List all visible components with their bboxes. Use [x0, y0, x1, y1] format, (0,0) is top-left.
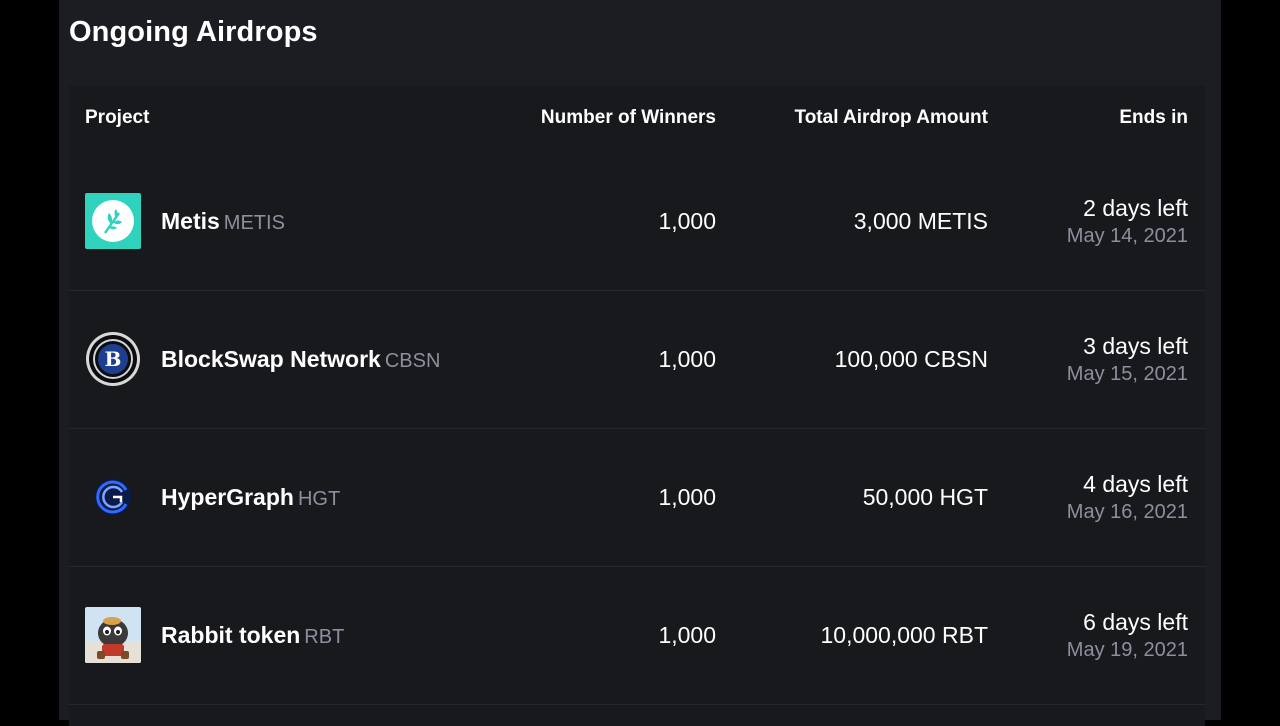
end-date: May 19, 2021 [1066, 639, 1188, 661]
table-row[interactable]: Metis METIS 1,000 3,000 METIS 2 days left… [69, 152, 1205, 291]
days-left: 6 days left [1083, 609, 1188, 635]
end-date: May 15, 2021 [1066, 363, 1188, 385]
table-row[interactable]: B BlockSwap Network CBSN 1,000 100,000 CB… [69, 290, 1205, 429]
project-symbol: METIS [223, 212, 285, 234]
project-symbol: CBSN [384, 350, 441, 372]
column-header-winners[interactable]: Number of Winners [541, 107, 716, 129]
winners-count: 1,000 [658, 346, 716, 372]
project-name-cell: Rabbit token RBT [161, 622, 344, 649]
blockswap-logo-icon: B [85, 331, 141, 387]
project-symbol: HGT [297, 488, 341, 510]
hypergraph-logo-icon [85, 469, 141, 525]
project-name-cell: BlockSwap Network CBSN [161, 346, 440, 373]
days-left: 2 days left [1083, 195, 1188, 221]
svg-text:B: B [105, 347, 122, 371]
page-title: Ongoing Airdrops [69, 16, 318, 48]
winners-count: 1,000 [658, 208, 716, 234]
airdrops-table: Project Number of Winners Total Airdrop … [69, 86, 1205, 726]
project-name[interactable]: Metis [161, 208, 220, 234]
project-name[interactable]: BlockSwap Network [161, 346, 381, 372]
airdrops-panel: Ongoing Airdrops Project Number of Winne… [59, 0, 1221, 726]
winners-count: 1,000 [658, 484, 716, 510]
table-row[interactable]: Rabbit token RBT 1,000 10,000,000 RBT 6 d… [69, 566, 1205, 705]
winners-count: 1,000 [658, 622, 716, 648]
column-header-ends-in[interactable]: Ends in [1119, 107, 1188, 129]
project-symbol: RBT [304, 626, 345, 648]
airdrop-amount: 10,000,000 RBT [820, 622, 988, 648]
rabbit-token-logo-icon [85, 607, 141, 663]
column-header-project[interactable]: Project [85, 107, 149, 129]
days-left: 4 days left [1083, 471, 1188, 497]
end-date: May 16, 2021 [1066, 501, 1188, 523]
end-date: May 14, 2021 [1066, 225, 1188, 247]
metis-logo-icon [85, 193, 141, 249]
days-left: 3 days left [1083, 333, 1188, 359]
column-header-amount[interactable]: Total Airdrop Amount [795, 107, 989, 129]
project-name-cell: HyperGraph HGT [161, 484, 340, 511]
project-name[interactable]: Rabbit token [161, 622, 300, 648]
table-header: Project Number of Winners Total Airdrop … [69, 86, 1205, 152]
airdrop-amount: 50,000 HGT [862, 484, 988, 510]
airdrop-amount: 3,000 METIS [853, 208, 988, 234]
table-row[interactable]: HyperGraph HGT 1,000 50,000 HGT 4 days le… [69, 428, 1205, 567]
project-name-cell: Metis METIS [161, 208, 285, 235]
airdrop-amount: 100,000 CBSN [834, 346, 988, 372]
project-name[interactable]: HyperGraph [161, 484, 294, 510]
